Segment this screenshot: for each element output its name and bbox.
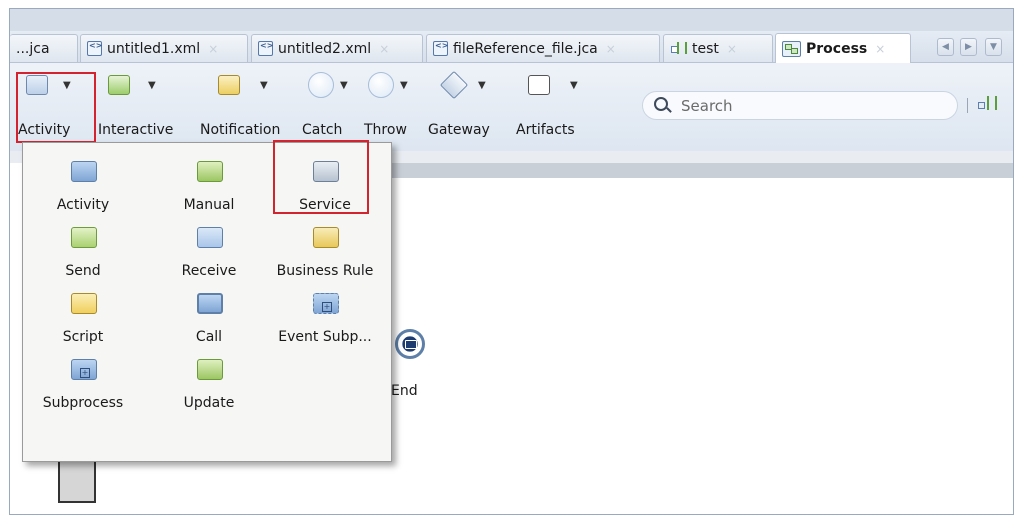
xml-file-icon [87, 41, 102, 56]
composite-icon[interactable] [976, 94, 998, 116]
chevron-down-icon[interactable]: ▼ [260, 80, 268, 91]
script-icon [71, 293, 97, 314]
gateway-label: Gateway [428, 122, 490, 138]
xml-file-icon [258, 41, 273, 56]
throw-event-icon [368, 72, 394, 98]
gateway-tool[interactable]: ▼ Gateway [428, 70, 508, 145]
scroll-right-button[interactable]: ▶ [960, 38, 977, 56]
tab-label: test [692, 40, 719, 57]
palette-item-business-rule[interactable]: Business Rule [265, 227, 385, 289]
tab-label: Process [806, 40, 868, 57]
gateway-diamond-icon [439, 70, 469, 100]
tab-test[interactable]: test × [663, 34, 773, 62]
window-top-strip [10, 9, 1013, 31]
close-icon[interactable]: × [208, 42, 218, 56]
palette-item-manual[interactable]: Manual [149, 161, 269, 223]
activity-palette-popup: Activity Manual Service Send Receive Bus… [22, 142, 392, 462]
end-event-icon[interactable] [395, 329, 425, 359]
interactive-label: Interactive [98, 122, 174, 138]
chevron-down-icon[interactable]: ▼ [400, 80, 408, 91]
catch-tool[interactable]: ▼ Catch [302, 72, 358, 145]
activity-label: Activity [18, 122, 71, 138]
palette-item-call[interactable]: Call [149, 293, 269, 355]
tab-process[interactable]: Process × [775, 33, 911, 63]
artifacts-tool[interactable]: ▼ Artifacts [514, 75, 594, 145]
artifacts-label: Artifacts [516, 122, 575, 138]
hand-icon [197, 161, 223, 182]
close-icon[interactable]: × [379, 42, 389, 56]
close-icon[interactable]: × [875, 42, 885, 56]
chevron-down-icon[interactable]: ▼ [148, 80, 156, 91]
process-icon [782, 40, 801, 57]
tab-jca[interactable]: ...jca [10, 34, 78, 62]
interactive-tool[interactable]: ▼ Interactive [98, 75, 198, 145]
palette-item-receive[interactable]: Receive [149, 227, 269, 289]
call-icon [197, 293, 223, 314]
throw-label: Throw [364, 122, 407, 138]
composite-icon [670, 41, 688, 57]
throw-tool[interactable]: ▼ Throw [364, 72, 420, 145]
palette-item-activity[interactable]: Activity [23, 161, 143, 223]
activity-tool[interactable]: ▼ Activity [16, 75, 92, 145]
search-box[interactable] [642, 91, 958, 120]
toolbar-separator [967, 98, 968, 113]
send-envelope-icon [71, 227, 97, 248]
component-toolbar: ▼ Activity ▼ Interactive ▼ Notification … [10, 63, 1013, 151]
chevron-down-icon[interactable]: ▼ [340, 80, 348, 91]
user-icon [108, 75, 130, 95]
event-subprocess-icon: + [313, 293, 339, 314]
notification-tool[interactable]: ▼ Notification [200, 75, 300, 145]
palette-item-service[interactable]: Service [265, 161, 385, 223]
business-rule-icon [313, 227, 339, 248]
palette-item-send[interactable]: Send [23, 227, 143, 289]
tab-label: ...jca [16, 40, 50, 57]
chevron-down-icon[interactable]: ▼ [478, 80, 486, 91]
search-icon [654, 97, 668, 111]
tab-label: untitled1.xml [107, 40, 201, 57]
gear-icon [313, 161, 339, 182]
catch-event-icon [308, 72, 334, 98]
notification-label: Notification [200, 122, 281, 138]
envelope-icon [218, 75, 240, 95]
palette-item-update[interactable]: Update [149, 359, 269, 421]
end-event-label: End [391, 383, 418, 399]
swimlane-header [390, 163, 1013, 178]
palette-item-script[interactable]: Script [23, 293, 143, 355]
search-input[interactable] [679, 95, 943, 117]
tab-label: untitled2.xml [278, 40, 372, 57]
annotation-icon [528, 75, 550, 95]
activity-icon [71, 161, 97, 182]
close-icon[interactable]: × [727, 42, 737, 56]
xml-file-icon [433, 41, 448, 56]
palette-item-subprocess[interactable]: + Subprocess [23, 359, 143, 421]
receive-envelope-icon [197, 227, 223, 248]
tab-untitled2[interactable]: untitled2.xml × [251, 34, 423, 62]
close-icon[interactable]: × [606, 42, 616, 56]
palette-item-event-subprocess[interactable]: + Event Subp... [265, 293, 385, 355]
chevron-down-icon[interactable]: ▼ [63, 80, 71, 91]
subprocess-icon: + [71, 359, 97, 380]
tab-filereference[interactable]: fileReference_file.jca × [426, 34, 660, 62]
editor-window: ...jca untitled1.xml × untitled2.xml × f… [9, 8, 1014, 515]
chevron-down-icon[interactable]: ▼ [570, 80, 578, 91]
update-icon [197, 359, 223, 380]
tab-bar: ...jca untitled1.xml × untitled2.xml × f… [10, 31, 1013, 63]
tab-list-button[interactable]: ▼ [985, 38, 1002, 56]
catch-label: Catch [302, 122, 343, 138]
tab-untitled1[interactable]: untitled1.xml × [80, 34, 248, 62]
tab-label: fileReference_file.jca [453, 40, 598, 57]
gear-icon [26, 75, 48, 95]
scroll-left-button[interactable]: ◀ [937, 38, 954, 56]
